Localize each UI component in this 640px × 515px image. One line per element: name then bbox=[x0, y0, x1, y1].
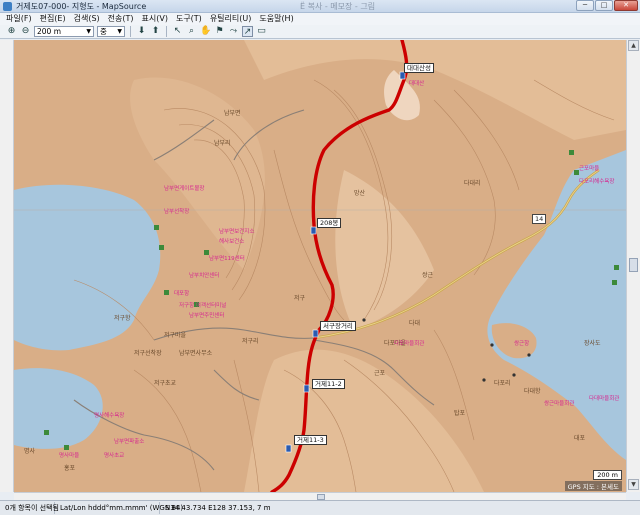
place-label: 저구초교 bbox=[154, 380, 177, 387]
background-window-title: Ё 복사 - 메모장 - 그림 bbox=[300, 2, 376, 11]
zoom-in-icon[interactable]: ⊕ bbox=[6, 26, 17, 37]
close-button[interactable]: ✕ bbox=[614, 0, 638, 11]
chevron-down-icon: ▼ bbox=[86, 28, 91, 35]
place-label: 망산 bbox=[354, 190, 366, 197]
poi-label: 저구항 여객선터미널 bbox=[179, 303, 227, 309]
poi-label: 남부면보건지소 bbox=[219, 229, 255, 235]
place-label: 저구항 bbox=[114, 315, 131, 322]
waypoint-label-peak-208[interactable]: 208봉 bbox=[317, 218, 342, 228]
menu-tools[interactable]: 도구(T) bbox=[176, 13, 202, 25]
zoom-out-icon[interactable]: ⊖ bbox=[20, 26, 31, 37]
menu-utilities[interactable]: 유틸리티(U) bbox=[210, 13, 252, 25]
waypoint-label-pass[interactable]: 서구장거리 bbox=[320, 321, 356, 331]
toolbar-separator bbox=[130, 26, 131, 37]
place-label: 다포리 bbox=[494, 380, 511, 387]
scroll-up-icon[interactable]: ▲ bbox=[628, 40, 639, 51]
hand-tool-icon[interactable]: ✋ bbox=[200, 26, 211, 37]
poi-label: 남부치안센터 bbox=[189, 273, 220, 279]
send-to-device-icon[interactable]: ⬆ bbox=[150, 26, 161, 37]
poi-label: 남부면게이트볼장 bbox=[164, 186, 205, 192]
waypoint-label-geoje-11-3[interactable]: 거제11-3 bbox=[294, 435, 327, 445]
window-title: 거제도07-000- 지형도 - MapSource bbox=[16, 2, 147, 11]
poi-label: 명사해수욕장 bbox=[94, 413, 125, 419]
horizontal-scrollbar[interactable] bbox=[14, 492, 626, 500]
selection-status: 0개 항목이 선택됨 bbox=[0, 502, 59, 514]
poi-label: 다대마을회관 bbox=[589, 396, 620, 402]
waypoint-tool-icon[interactable]: ⚑ bbox=[214, 26, 225, 37]
poi-label: 남부면파출소 bbox=[114, 439, 145, 445]
window-controls: ─ □ ✕ bbox=[576, 0, 638, 12]
place-label: 다대항 bbox=[524, 388, 541, 395]
cursor-position: N34 43.734 E128 37.153, 7 m bbox=[165, 504, 271, 512]
place-label: 남부리 bbox=[214, 140, 231, 147]
menu-transfer[interactable]: 전송(T) bbox=[108, 13, 134, 25]
zoom-tool-icon[interactable]: ⌕ bbox=[186, 26, 197, 37]
app-icon bbox=[3, 2, 12, 11]
place-label: 명사 bbox=[24, 448, 36, 455]
place-label: 저구선착장 bbox=[134, 350, 162, 357]
track-tool-icon[interactable]: ↗ bbox=[242, 26, 253, 37]
route-14-shield: 14 bbox=[532, 214, 547, 224]
place-label: 저구리 bbox=[242, 338, 259, 345]
route-tool-icon[interactable]: ⤳ bbox=[228, 26, 239, 37]
selection-tool-icon[interactable]: ↖ bbox=[172, 26, 183, 37]
poi-label: 쌍근마을회관 bbox=[544, 401, 575, 407]
place-label: 대포 bbox=[574, 435, 586, 442]
waypoint-label-daedaesanseong[interactable]: 대대산성 bbox=[404, 63, 434, 73]
left-panel-edge bbox=[0, 40, 14, 492]
menu-file[interactable]: 파일(F) bbox=[6, 13, 32, 25]
menu-bar: 파일(F) 편집(E) 검색(S) 전송(T) 표시(V) 도구(T) 유틸리티… bbox=[0, 13, 640, 25]
map-view[interactable]: 대대산성 208봉 서구장거리 거제11-2 거제11-3 14 남부면 저구리… bbox=[14, 40, 626, 492]
place-label: 남부면 bbox=[224, 110, 241, 117]
scroll-down-icon[interactable]: ▼ bbox=[628, 479, 639, 490]
place-label: 홍포 bbox=[64, 465, 76, 472]
place-label: 다대리 bbox=[464, 180, 481, 187]
topographic-map bbox=[14, 40, 626, 492]
map-credit: GPS 지도 : 본세도 bbox=[564, 481, 622, 491]
poi-label: 대대산 bbox=[409, 81, 425, 87]
menu-edit[interactable]: 편집(E) bbox=[40, 13, 66, 25]
poi-label: 쌍근항 bbox=[514, 341, 530, 347]
map-detail-value: 중 bbox=[100, 27, 107, 36]
poi-label: 근포마을 bbox=[579, 166, 600, 172]
title-bar: 거제도07-000- 지형도 - MapSource Ё 복사 - 메모장 - … bbox=[0, 0, 640, 13]
poi-label: 대포항 bbox=[174, 291, 190, 297]
receive-from-device-icon[interactable]: ⬇ bbox=[136, 26, 147, 37]
menu-help[interactable]: 도움말(H) bbox=[259, 13, 293, 25]
status-bar: 0개 항목이 선택됨 Lat/Lon hddd°mm.mmm' (WGS 84)… bbox=[0, 500, 640, 515]
vertical-scrollbar[interactable]: ▲ ▼ bbox=[626, 40, 640, 492]
poi-label: 명사초교 bbox=[104, 453, 125, 459]
place-label: 다대 bbox=[409, 320, 421, 327]
place-label: 저구마을 bbox=[164, 332, 187, 339]
place-label: 쌍근 bbox=[422, 272, 434, 279]
poi-label: 다포리해수욕장 bbox=[579, 179, 615, 185]
measure-tool-icon[interactable]: ▭ bbox=[256, 26, 267, 37]
poi-label: 남부면주민센터 bbox=[189, 313, 225, 319]
scrollbar-thumb[interactable] bbox=[629, 258, 638, 272]
coordinate-format: Lat/Lon hddd°mm.mmm' (WGS 84) bbox=[55, 502, 183, 514]
place-label: 저구 bbox=[294, 295, 306, 302]
poi-label: 해사보건소 bbox=[219, 239, 245, 245]
toolbar-separator bbox=[166, 26, 167, 37]
chevron-down-icon: ▼ bbox=[117, 28, 122, 35]
place-label: 근포 bbox=[374, 370, 386, 377]
menu-search[interactable]: 검색(S) bbox=[74, 13, 100, 25]
place-label: 남부면사무소 bbox=[179, 350, 213, 357]
map-scale-value: 200 m bbox=[37, 27, 62, 36]
map-scale-indicator: 200 m bbox=[593, 470, 622, 480]
map-scale-select[interactable]: 200 m ▼ bbox=[34, 26, 94, 37]
menu-view[interactable]: 표시(V) bbox=[142, 13, 168, 25]
waypoint-label-geoje-11-2[interactable]: 거제11-2 bbox=[312, 379, 345, 389]
map-detail-select[interactable]: 중 ▼ bbox=[97, 26, 125, 37]
poi-label: 명사마을 bbox=[59, 453, 80, 459]
minimize-button[interactable]: ─ bbox=[576, 0, 594, 11]
poi-label: 남부면119센터 bbox=[209, 256, 245, 262]
place-label: 장사도 bbox=[584, 340, 601, 347]
place-label: 탑포 bbox=[454, 410, 466, 417]
toolbar: ⊕ ⊖ 200 m ▼ 중 ▼ ⬇ ⬆ ↖ ⌕ ✋ ⚑ ⤳ ↗ ▭ bbox=[0, 25, 640, 39]
poi-label: 다포마을회관 bbox=[394, 341, 425, 347]
poi-label: 남부선착장 bbox=[164, 209, 190, 215]
maximize-button[interactable]: □ bbox=[595, 0, 613, 11]
